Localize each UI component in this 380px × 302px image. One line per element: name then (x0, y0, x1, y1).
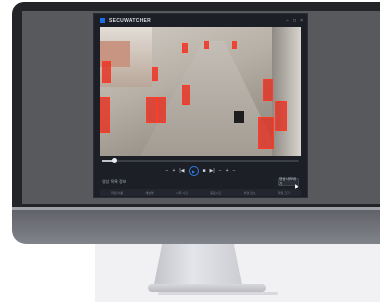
info-label: 영상 목록 정보 (102, 179, 127, 184)
detection-box (152, 67, 158, 81)
app-title: SECUWATCHER (109, 17, 152, 24)
speed-up-button[interactable]: + (226, 168, 229, 174)
volume-button[interactable]: − (233, 168, 236, 174)
detection-box (157, 97, 166, 123)
maximize-button[interactable]: □ (293, 18, 296, 24)
detection-box (102, 61, 111, 83)
playback-buttons: − + |◀ ▶ ■ ▶| − + − (94, 166, 307, 176)
close-button[interactable]: × (300, 18, 303, 24)
column-header: 파일 이름 (111, 190, 124, 195)
app-logo-icon (100, 18, 105, 23)
detection-box (100, 97, 110, 133)
detection-box (204, 41, 209, 49)
player-controls: − + |◀ ▶ ■ ▶| − + − (94, 156, 307, 178)
skip-forward-icon[interactable]: ▶| (210, 168, 215, 174)
building-right (272, 27, 301, 156)
column-header: 종료시간 (210, 190, 222, 195)
monitor-chin-edge (12, 207, 380, 210)
detection-box (146, 97, 157, 123)
title-bar: SECUWATCHER − □ × (94, 14, 307, 27)
monitor-foot-shadow (158, 292, 278, 295)
zoom-in-button[interactable]: + (172, 168, 175, 174)
video-frame[interactable] (100, 27, 301, 156)
stop-button[interactable]: ■ (203, 168, 206, 174)
detection-box (275, 101, 287, 131)
seek-handle[interactable] (111, 158, 117, 163)
seek-bar[interactable] (102, 160, 299, 162)
skip-back-icon[interactable]: |◀ (179, 168, 184, 174)
detection-box (258, 117, 274, 149)
minimize-button[interactable]: − (286, 18, 289, 24)
detection-box (182, 85, 190, 105)
monitor-foot (148, 284, 266, 292)
detection-box (182, 43, 188, 53)
table-header: 파일 이름 채널명 시작 시간 종료시간 촬영 장소 파일 크기 (100, 189, 301, 196)
street-sign (234, 111, 244, 123)
window-controls: − □ × (286, 18, 303, 24)
app-window: SECUWATCHER − □ × − + |◀ ▶ ■ ▶| − + − 영상… (94, 14, 307, 197)
play-button[interactable]: ▶ (188, 166, 199, 176)
zoom-out-button[interactable]: − (166, 168, 169, 174)
detection-box (232, 41, 237, 49)
speed-down-button[interactable]: − (219, 168, 222, 174)
column-header: 채널명 (145, 190, 154, 195)
column-header: 파일 크기 (277, 190, 290, 195)
monitor-chin (12, 208, 380, 244)
play-icon: ▶ (191, 168, 196, 174)
column-header: 촬영 장소 (243, 190, 256, 195)
video-info-panel: 영상 목록 정보 영상 내보내기 파일 이름 채널명 시작 시간 종료시간 촬영… (100, 177, 301, 197)
detection-box (263, 79, 273, 101)
column-header: 시작 시간 (176, 190, 188, 195)
